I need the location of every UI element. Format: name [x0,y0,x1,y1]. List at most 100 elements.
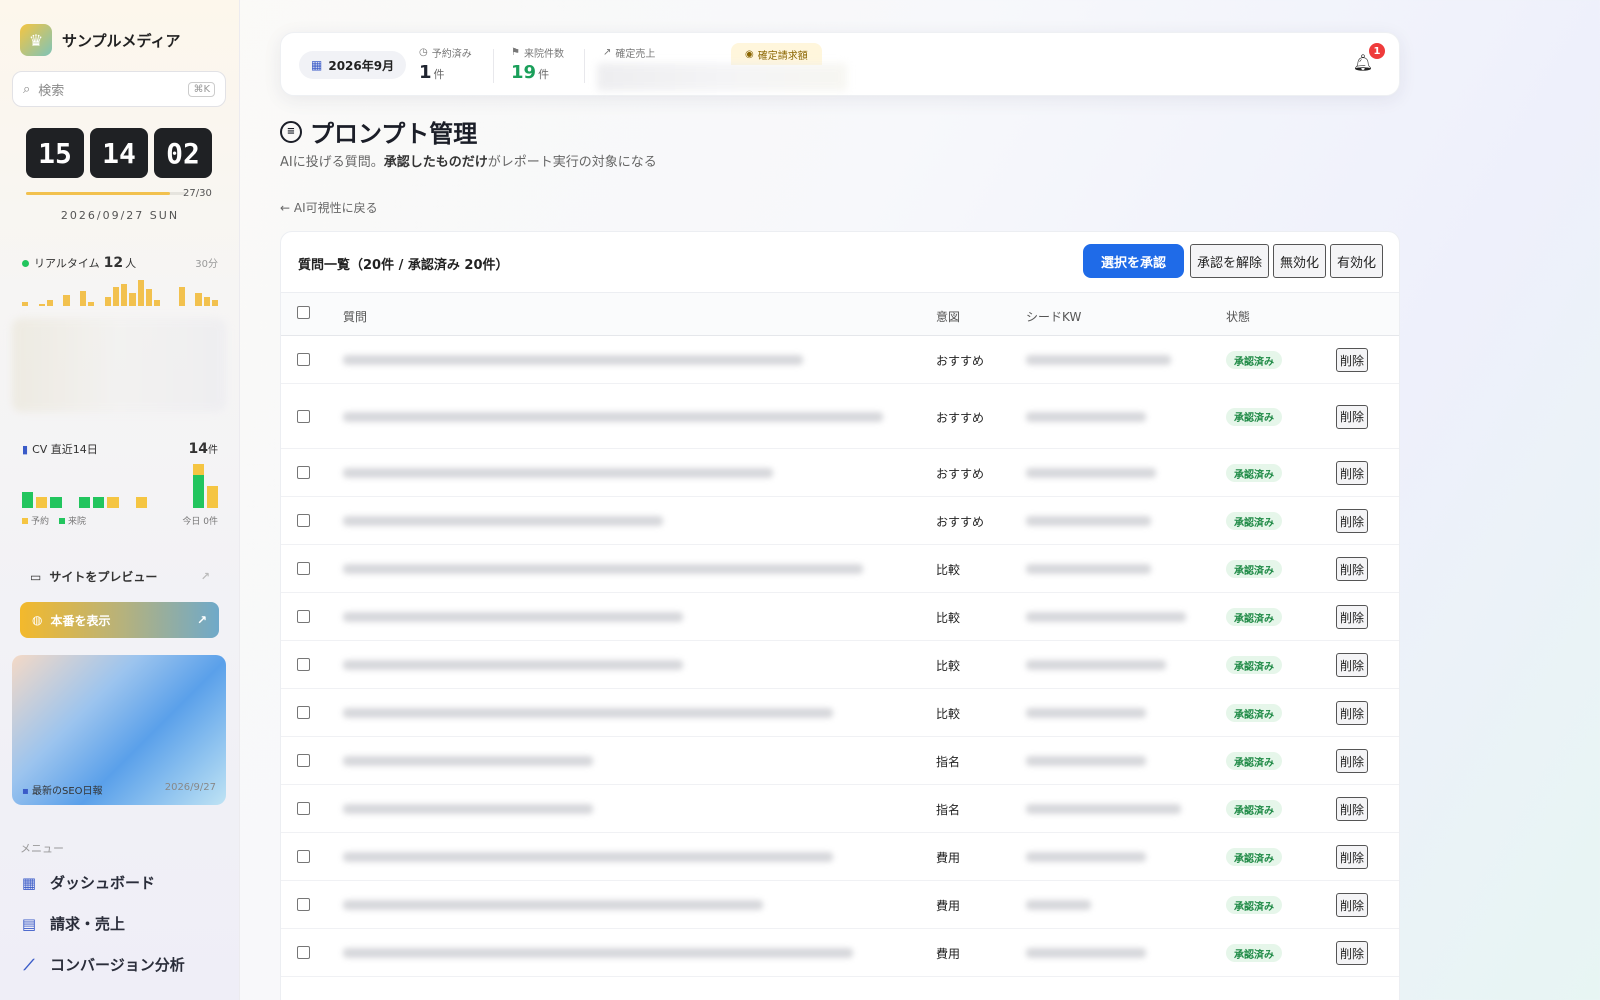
realtime-detail-blurred [12,318,226,412]
realtime-unit: 人 [125,257,137,270]
chart-line-icon: ⟋ [23,955,35,974]
keyword-text-blurred [1026,852,1146,862]
realtime-bar [104,297,111,306]
delete-button[interactable]: 削除 [1336,893,1369,917]
question-list-card: 質問一覧（20件 / 承認済み 20件） 選択を承認 承認を解除 無効化 有効化… [280,231,1400,1000]
delete-button[interactable]: 削除 [1336,461,1369,485]
realtime-header: リアルタイム 12 人 30分 [22,255,218,271]
row-checkbox[interactable] [297,898,310,911]
clock-minutes: 14 [90,128,148,178]
clock-seconds: 02 [154,128,212,178]
unapprove-button[interactable]: 承認を解除 [1189,244,1269,278]
row-checkbox[interactable] [297,514,310,527]
question-text-blurred [343,516,663,526]
revenue-values-blurred [597,63,847,91]
stat-visits: ⚑ 来院件数 19 件 [511,47,564,83]
delete-button[interactable]: 削除 [1336,701,1369,725]
delete-button[interactable]: 削除 [1336,797,1369,821]
nav-item-billing[interactable]: ▤ 請求・売上 [20,913,125,934]
delete-button[interactable]: 削除 [1336,941,1369,965]
question-text-blurred [343,756,593,766]
delete-button[interactable]: 削除 [1336,605,1369,629]
realtime-bar [79,290,86,306]
table-title: 質問一覧（20件 / 承認済み 20件） [298,258,509,273]
status-badge: 承認済み [1226,752,1282,770]
table-row[interactable]: 費用 承認済み 削除 [281,929,1399,977]
back-link[interactable]: ← AI可視性に戻る [280,199,378,216]
bulk-actions: 選択を承認 承認を解除 無効化 有効化 [1082,244,1383,278]
cv-today: 今日 0件 [182,517,218,527]
row-checkbox[interactable] [297,802,310,815]
delete-button[interactable]: 削除 [1336,749,1369,773]
row-checkbox[interactable] [297,706,310,719]
cv-visit-segment [93,497,105,508]
table-row[interactable]: 比較 承認済み 削除 [281,641,1399,689]
select-all-checkbox[interactable] [297,306,310,319]
delete-button[interactable]: 削除 [1336,653,1369,677]
month-selector[interactable]: ▦ 2026年9月 [299,51,407,79]
seo-report-label: ▪ 最新のSEO日報 [22,786,103,797]
table-row[interactable]: おすすめ 承認済み 削除 [281,497,1399,545]
month-progress-label: 27/30 [183,188,212,199]
row-intent: 指名 [936,755,961,769]
report-icon: ▪ [22,786,29,797]
cv-visit-segment [192,475,204,508]
search-placeholder: 検索 [38,83,65,99]
disable-button[interactable]: 無効化 [1272,244,1326,278]
view-production-button[interactable]: ◍ 本番を表示 ↗ [20,602,219,638]
row-checkbox[interactable] [297,754,310,767]
enable-button[interactable]: 有効化 [1329,244,1383,278]
table-header: 質問 意図 シードKW 状態 [281,292,1399,336]
table-row[interactable]: 比較 承認済み 削除 [281,689,1399,737]
delete-button[interactable]: 削除 [1336,348,1369,372]
delete-button[interactable]: 削除 [1336,557,1369,581]
table-row[interactable]: 費用 承認済み 削除 [281,833,1399,881]
header-status: 状態 [1226,310,1251,324]
row-checkbox[interactable] [297,946,310,959]
keyword-text-blurred [1026,948,1146,958]
brand[interactable]: ♛ サンプルメディア [20,24,181,56]
status-badge: 承認済み [1226,512,1282,530]
realtime-bar [112,286,119,306]
cv-day-bar [93,497,105,508]
table-row[interactable]: おすすめ 承認済み 削除 [281,336,1399,384]
header-intent: 意図 [936,310,961,324]
bar-chart-icon: ▮ [22,443,29,456]
row-checkbox[interactable] [297,850,310,863]
row-checkbox[interactable] [297,353,310,366]
table-row[interactable]: 比較 承認済み 削除 [281,545,1399,593]
table-row[interactable]: 費用 承認済み 削除 [281,881,1399,929]
seo-report-card[interactable]: ▪ 最新のSEO日報 2026/9/27 [12,655,226,805]
cv-chart [22,462,219,508]
row-intent: おすすめ [936,467,985,481]
table-row[interactable]: 指名 承認済み 削除 [281,785,1399,833]
row-checkbox[interactable] [297,658,310,671]
search-shortcut: ⌘K [188,81,215,97]
chat-bubble-icon: ≡ [280,120,302,143]
cv-day-bar [22,491,34,508]
row-checkbox[interactable] [297,409,310,423]
delete-button[interactable]: 削除 [1336,845,1369,869]
table-row[interactable]: おすすめ 承認済み 削除 [281,384,1399,449]
table-row[interactable]: おすすめ 承認済み 削除 [281,449,1399,497]
grid-icon: ▦ [21,873,37,892]
site-preview-link[interactable]: ▭ サイトをプレビュー ↗ [30,568,210,585]
delete-button[interactable]: 削除 [1336,404,1369,429]
table-row[interactable]: 比較 承認済み 削除 [281,593,1399,641]
cv-total: 14件 [188,441,218,457]
cv-header: ▮ CV 直近14日 14件 [22,441,218,457]
question-text-blurred [343,612,683,622]
row-checkbox[interactable] [297,466,310,479]
keyword-text-blurred [1026,468,1156,478]
table-row[interactable]: 指名 承認済み 削除 [281,737,1399,785]
approve-selected-button[interactable]: 選択を承認 [1082,244,1184,278]
question-text-blurred [343,708,833,718]
row-checkbox[interactable] [297,610,310,623]
status-badge: 承認済み [1226,704,1282,722]
nav-item-dashboard[interactable]: ▦ ダッシュボード [20,872,155,893]
row-checkbox[interactable] [297,562,310,575]
search-input[interactable]: ⌕ 検索 ⌘K [12,71,226,107]
delete-button[interactable]: 削除 [1336,509,1369,533]
stat-billed: ◉ 確定請求額 [731,43,822,65]
nav-item-conversion[interactable]: ⟋ コンバージョン分析 [20,954,185,975]
